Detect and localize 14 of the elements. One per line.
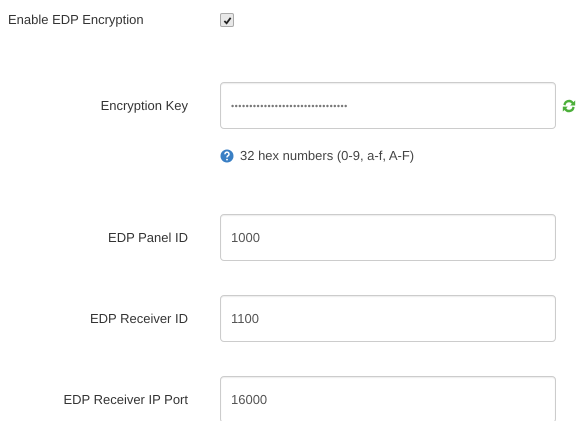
input-field[interactable]: •••••••••••••••••••••••••••••••• <box>220 82 556 129</box>
field-label: Enable EDP Encryption <box>8 11 145 29</box>
refresh-icon[interactable] <box>560 96 578 114</box>
field-label: EDP Receiver ID <box>88 310 188 328</box>
input-field[interactable]: 1000 <box>220 214 556 261</box>
hint-text: 32 hex numbers (0-9, a-f, A-F) <box>240 148 414 163</box>
checkmark-icon <box>222 16 232 24</box>
field-label: EDP Receiver IP Port <box>62 391 188 409</box>
field-label: Encryption Key <box>100 97 188 115</box>
input-field[interactable]: 1100 <box>220 295 556 342</box>
help-icon <box>220 148 234 162</box>
field-label: EDP Panel ID <box>107 229 188 247</box>
checkbox[interactable] <box>220 13 234 27</box>
input-field[interactable]: 16000 <box>220 376 556 421</box>
